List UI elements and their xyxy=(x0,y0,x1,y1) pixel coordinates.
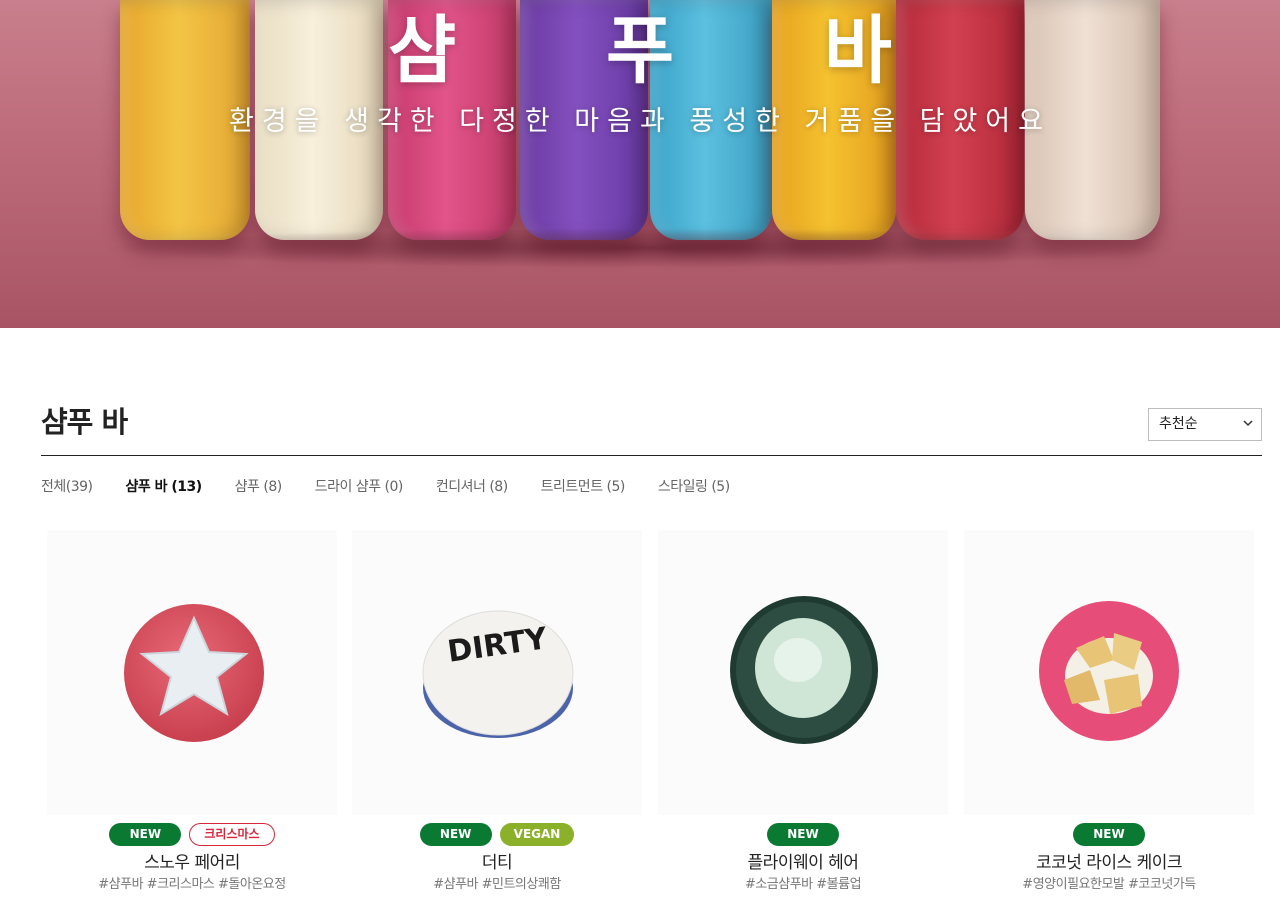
product-name[interactable]: 플라이웨이 헤어 xyxy=(658,852,948,874)
tab-styling[interactable]: 스타일링 (5) xyxy=(658,476,730,498)
category-tabs: 전체(39) 샴푸 바 (13) 샴푸 (8) 드라이 샴푸 (0) 컨디셔너 … xyxy=(41,476,763,498)
sort-selected-value: 추천순 xyxy=(1159,416,1198,432)
product-name[interactable]: 스노우 페어리 xyxy=(47,852,337,874)
badge-group: NEW xyxy=(658,823,948,846)
header-divider xyxy=(41,455,1262,456)
sort-dropdown[interactable]: 추천순 xyxy=(1148,408,1262,441)
hero-title: 샴 푸 바 xyxy=(388,8,954,94)
badge-group: NEW xyxy=(964,823,1254,846)
new-badge: NEW xyxy=(767,823,839,846)
product-tags: #영양이필요한모발 #코코넛가득 xyxy=(1022,877,1196,892)
hero-shadow xyxy=(100,228,1180,268)
green-shampoo-bar-icon xyxy=(730,596,878,744)
product-card[interactable]: NEW 크리스마스 스노우 페어리 #샴푸바 #크리스마스 #돌아온요정 xyxy=(47,530,337,895)
christmas-badge: 크리스마스 xyxy=(189,823,275,846)
product-tags: #샴푸바 #민트의상쾌함 xyxy=(433,877,561,892)
product-card[interactable]: NEW 코코넛 라이스 케이크 #영양이필요한모발 #코코넛가득 xyxy=(964,530,1254,895)
page-title: 샴푸 바 xyxy=(41,405,128,439)
product-tags: #샴푸바 #크리스마스 #돌아온요정 xyxy=(98,877,286,892)
hero-subtitle: 환경을 생각한 다정한 마음과 풍성한 거품을 담았어요 xyxy=(229,106,1051,137)
badge-group: NEW VEGAN xyxy=(352,823,642,846)
product-card[interactable]: DIRTY NEW VEGAN 더티 #샴푸바 #민트의상쾌함 xyxy=(352,530,642,895)
product-name[interactable]: 코코넛 라이스 케이크 xyxy=(964,852,1254,874)
hero-banner: 샴 푸 바 환경을 생각한 다정한 마음과 풍성한 거품을 담았어요 xyxy=(0,0,1280,328)
product-image[interactable] xyxy=(47,530,337,815)
tab-shampoo[interactable]: 샴푸 (8) xyxy=(235,476,283,498)
badge-group: NEW 크리스마스 xyxy=(47,823,337,846)
vegan-badge: VEGAN xyxy=(499,823,575,846)
white-dirty-shampoo-bar-icon: DIRTY xyxy=(422,610,574,738)
new-badge: NEW xyxy=(109,823,182,846)
product-tags: #소금샴푸바 #볼륨업 xyxy=(744,877,862,892)
new-badge: NEW xyxy=(1073,823,1145,846)
tab-all[interactable]: 전체(39) xyxy=(41,476,93,498)
chevron-down-icon xyxy=(1243,420,1253,427)
product-name[interactable]: 더티 xyxy=(352,852,642,874)
product-image[interactable]: DIRTY xyxy=(352,530,642,815)
tab-shampoo-bar[interactable]: 샴푸 바 (13) xyxy=(126,476,203,498)
product-image[interactable] xyxy=(658,530,948,815)
tab-conditioner[interactable]: 컨디셔너 (8) xyxy=(436,476,508,498)
tab-dry-shampoo[interactable]: 드라이 샴푸 (0) xyxy=(315,476,404,498)
product-image[interactable] xyxy=(964,530,1254,815)
pink-flower-shampoo-bar-icon xyxy=(1039,601,1179,741)
product-card[interactable]: NEW 플라이웨이 헤어 #소금샴푸바 #볼륨업 xyxy=(658,530,948,895)
new-badge: NEW xyxy=(419,823,492,846)
pink-star-shampoo-bar-icon xyxy=(124,604,264,742)
tab-treatment[interactable]: 트리트먼트 (5) xyxy=(541,476,626,498)
